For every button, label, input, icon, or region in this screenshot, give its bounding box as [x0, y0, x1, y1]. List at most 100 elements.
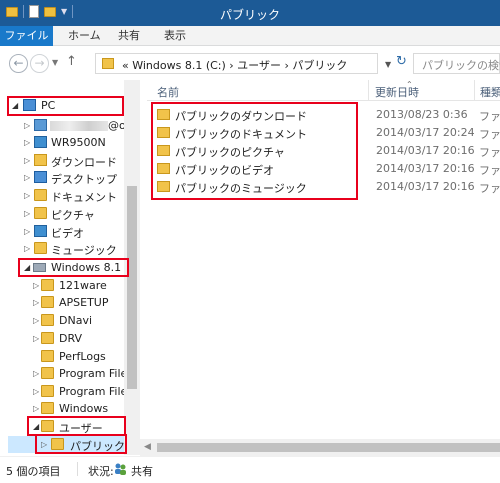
- expand-arrow-icon[interactable]: ▷: [24, 121, 30, 130]
- documents-folder-icon: [34, 189, 47, 201]
- download-folder-icon: [34, 154, 47, 166]
- search-placeholder: パブリックの検索: [422, 59, 500, 72]
- tree-item-network-pc[interactable]: ▷ @o: [0, 117, 140, 134]
- column-type[interactable]: 種類: [480, 84, 500, 100]
- search-input[interactable]: パブリックの検索: [413, 53, 500, 74]
- address-path[interactable]: « Windows 8.1 (C:) › ユーザー › パブリック: [122, 57, 347, 73]
- highlight-public: [35, 434, 127, 454]
- tree-item-apsetup[interactable]: ▷ APSETUP: [0, 294, 140, 311]
- horizontal-scrollbar-thumb[interactable]: [157, 443, 500, 452]
- tree-label: ダウンロード: [51, 156, 117, 169]
- tree-item-desktop[interactable]: ▷ デスクトップ: [0, 169, 140, 186]
- forward-button[interactable]: →: [30, 54, 49, 73]
- tree-label: Program Files: [59, 385, 134, 398]
- refresh-icon[interactable]: ↻: [396, 54, 407, 69]
- ribbon-tabs: ファイル ホーム 共有 表示: [0, 26, 500, 46]
- expand-arrow-icon[interactable]: ▷: [24, 244, 30, 253]
- tab-home[interactable]: ホーム: [58, 26, 111, 46]
- up-button[interactable]: ↑: [66, 54, 77, 69]
- tree-label: デスクトップ: [51, 173, 117, 186]
- folder-icon: [41, 279, 54, 291]
- network-computer-icon: [34, 119, 47, 131]
- recent-locations-icon[interactable]: ▼: [52, 58, 58, 67]
- tree-label: APSETUP: [59, 296, 109, 309]
- expand-arrow-icon[interactable]: ▷: [33, 387, 39, 396]
- expand-arrow-icon[interactable]: ▷: [33, 334, 39, 343]
- expand-arrow-icon[interactable]: ▷: [33, 298, 39, 307]
- status-bar: 5 個の項目 状況: 共有: [0, 456, 500, 483]
- desktop-folder-icon: [34, 171, 47, 183]
- folder-icon: [41, 385, 54, 397]
- expand-arrow-icon[interactable]: ▷: [24, 227, 30, 236]
- folder-icon: [102, 58, 114, 69]
- tree-item-121ware[interactable]: ▷ 121ware: [0, 277, 140, 294]
- expand-arrow-icon[interactable]: ▷: [24, 191, 30, 200]
- tree-item-pictures[interactable]: ▷ ピクチャ: [0, 205, 140, 222]
- separator: [77, 462, 78, 476]
- tab-file[interactable]: ファイル: [0, 26, 53, 46]
- tree-item-program-files-x86[interactable]: ▷ Program Files: [0, 383, 140, 400]
- navigation-scrollbar-thumb[interactable]: [127, 186, 137, 389]
- title-bar: ▼ パブリック: [0, 0, 500, 26]
- tree-label: WR9500N: [51, 136, 106, 149]
- tree-item-videos[interactable]: ▷ ビデオ: [0, 223, 140, 240]
- column-divider[interactable]: [368, 80, 369, 101]
- tree-item-program-files[interactable]: ▷ Program Files: [0, 365, 140, 382]
- tree-label: 121ware: [59, 279, 107, 292]
- file-type: ファイル: [479, 128, 500, 141]
- expand-arrow-icon[interactable]: ▷: [33, 404, 39, 413]
- tree-label: PerfLogs: [59, 350, 106, 363]
- file-type: ファイル: [479, 182, 500, 195]
- tab-view[interactable]: 表示: [154, 26, 196, 46]
- folder-icon: [41, 296, 54, 308]
- file-date: 2014/03/17 20:16: [376, 162, 475, 175]
- tree-item-music[interactable]: ▷ ミュージック: [0, 240, 140, 257]
- column-divider[interactable]: [474, 80, 475, 101]
- tree-label: ビデオ: [51, 227, 84, 240]
- back-button[interactable]: ←: [9, 54, 28, 73]
- column-date[interactable]: 更新日時: [375, 84, 419, 100]
- folder-icon: [41, 367, 54, 379]
- column-name[interactable]: 名前: [157, 84, 179, 100]
- address-bar[interactable]: « Windows 8.1 (C:) › ユーザー › パブリック: [95, 53, 378, 74]
- column-header: ⌃ 名前 更新日時 種類: [147, 80, 500, 101]
- tree-label: Windows: [59, 402, 109, 415]
- highlight-file-list: [151, 102, 358, 200]
- file-date: 2014/03/17 20:16: [376, 144, 475, 157]
- expand-arrow-icon[interactable]: ▷: [33, 369, 39, 378]
- address-dropdown-icon[interactable]: ▼: [385, 60, 391, 69]
- scroll-left-icon[interactable]: ◀: [144, 442, 151, 452]
- expand-arrow-icon[interactable]: ▷: [24, 138, 30, 147]
- folder-icon: [41, 350, 54, 362]
- expand-arrow-icon[interactable]: ▷: [24, 156, 30, 165]
- videos-folder-icon: [34, 225, 47, 237]
- expand-arrow-icon[interactable]: ▷: [33, 281, 39, 290]
- tree-item-documents[interactable]: ▷ ドキュメント: [0, 187, 140, 204]
- folder-icon: [41, 332, 54, 344]
- horizontal-scrollbar[interactable]: ◀: [140, 439, 500, 456]
- tree-item-downloads[interactable]: ▷ ダウンロード: [0, 152, 140, 169]
- tree-label: ミュージック: [51, 244, 117, 257]
- window-title: パブリック: [219, 8, 280, 22]
- tree-item-dnavi[interactable]: ▷ DNavi: [0, 312, 140, 329]
- tree-item-windows[interactable]: ▷ Windows: [0, 400, 140, 417]
- expand-arrow-icon[interactable]: ▷: [24, 209, 30, 218]
- expand-arrow-icon[interactable]: ▷: [33, 316, 39, 325]
- folder-icon: [41, 314, 54, 326]
- file-type: ファイル: [479, 110, 500, 123]
- file-date: 2013/08/23 0:36: [376, 108, 468, 121]
- expand-arrow-icon[interactable]: ▷: [24, 173, 30, 182]
- tree-label: Program Files: [59, 367, 134, 380]
- tree-item-drv[interactable]: ▷ DRV: [0, 330, 140, 347]
- file-date: 2014/03/17 20:16: [376, 180, 475, 193]
- status-label: 状況:: [88, 465, 114, 478]
- tree-item-wr9500n[interactable]: ▷ WR9500N: [0, 134, 140, 151]
- item-count: 5 個の項目: [6, 465, 61, 478]
- tree-label: ドキュメント: [51, 191, 117, 204]
- folder-icon: [41, 402, 54, 414]
- tree-item-perflogs[interactable]: PerfLogs: [0, 348, 140, 365]
- highlight-windows-drive: [18, 258, 129, 277]
- navigation-bar: ← → ▼ ↑ « Windows 8.1 (C:) › ユーザー › パブリッ…: [0, 46, 500, 80]
- highlight-pc: [7, 96, 124, 116]
- tab-share[interactable]: 共有: [108, 26, 150, 46]
